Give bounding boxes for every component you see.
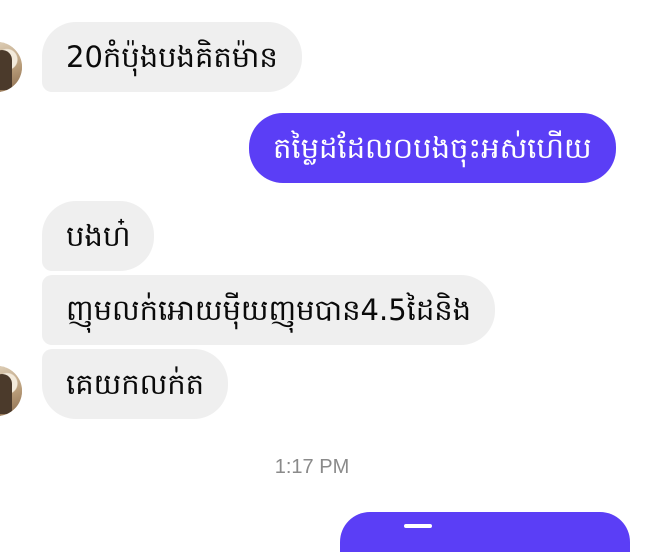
partial-text-glyph — [404, 524, 432, 528]
message-text: គេយកលក់ត — [66, 367, 205, 401]
message-text: តម្លៃដដែល០បងចុះអស់ហើយ — [273, 131, 592, 165]
contact-avatar[interactable] — [0, 366, 22, 416]
message-timestamp: 1:17 PM — [274, 456, 350, 478]
message-text: បងហ៎ — [66, 219, 131, 253]
contact-avatar[interactable] — [0, 42, 22, 92]
avatar-figure — [0, 50, 12, 90]
message-text: ញុមលក់អោយម៉ីយញុមបាន4.5ដៃនិង — [66, 293, 472, 327]
avatar-figure — [0, 374, 12, 414]
message-bubble-outgoing[interactable]: តម្លៃដដែល០បងចុះអស់ហើយ — [249, 113, 616, 183]
message-bubble-incoming[interactable]: 20កំប៉ុងបងគិតម៉ាន — [42, 22, 302, 92]
message-bubble-incoming[interactable]: គេយកលក់ត — [42, 349, 229, 419]
message-bubble-partial-bottom[interactable] — [340, 512, 630, 552]
message-text: 20កំប៉ុងបងគិតម៉ាន — [66, 40, 278, 74]
message-bubble-incoming[interactable]: ញុមលក់អោយម៉ីយញុមបាន4.5ដៃនិង — [42, 275, 496, 345]
message-bubble-incoming[interactable]: បងហ៎ — [42, 201, 155, 271]
